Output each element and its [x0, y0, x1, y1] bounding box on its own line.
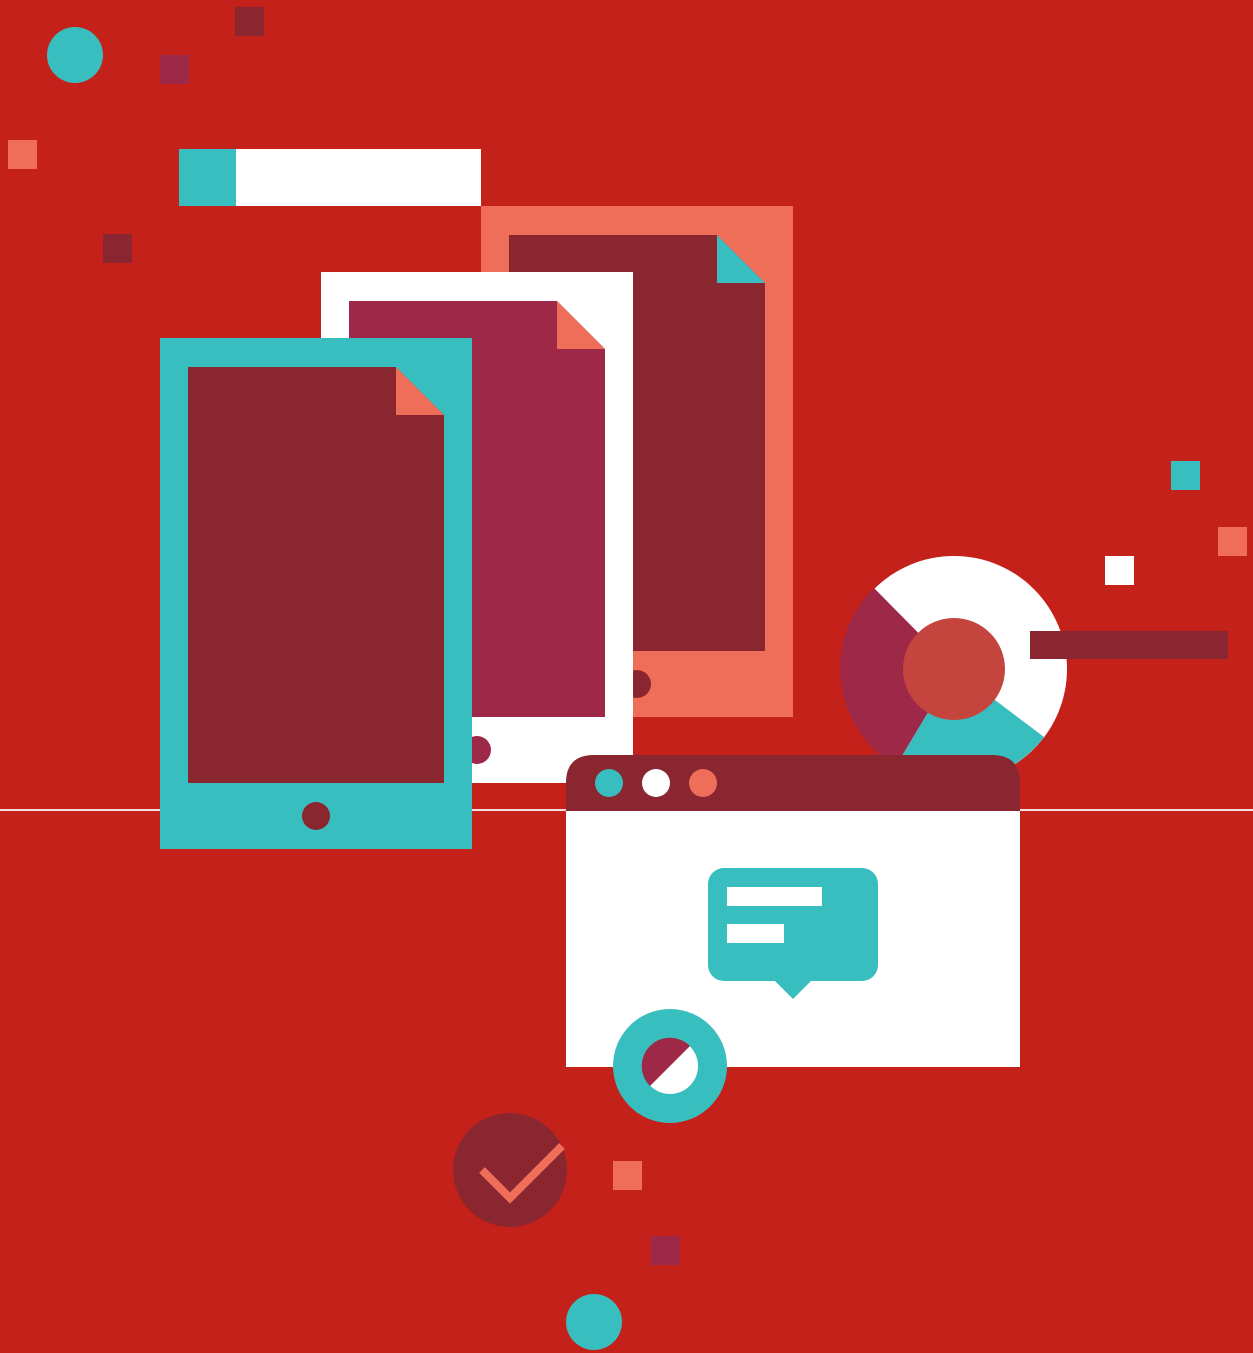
- confetti-square-white-right: [1105, 556, 1134, 585]
- confetti-square-coral-right: [1218, 527, 1247, 556]
- search-bar-button: [179, 149, 236, 206]
- tablet-teal-screen: [188, 367, 444, 783]
- confetti-square-maroon-2: [103, 234, 132, 263]
- tablet-teal-icon: [160, 338, 472, 849]
- checkmark-badge-icon: [453, 1113, 567, 1227]
- progress-ring-icon: [613, 1009, 727, 1123]
- donut-chart-hole: [903, 618, 1005, 720]
- confetti-square-plum-bottom: [651, 1236, 680, 1265]
- checkmark-badge-circle: [453, 1113, 567, 1227]
- browser-window-titlebar: [566, 755, 1020, 811]
- chat-bubble-line-2: [727, 924, 784, 943]
- confetti-circle-teal-bottom: [566, 1294, 622, 1350]
- confetti-square-teal-right: [1171, 461, 1200, 490]
- browser-window-dot-teal: [595, 769, 623, 797]
- chat-bubble-line-1: [727, 887, 822, 906]
- chat-bubble-icon: [708, 868, 878, 999]
- donut-chart-bar: [1030, 631, 1228, 659]
- tablet-teal-home-button: [302, 802, 330, 830]
- devices-illustration: [0, 0, 1253, 1353]
- confetti-square-coral-bottom: [613, 1161, 642, 1190]
- confetti-circle-teal-top: [47, 27, 103, 83]
- confetti-square-maroon: [235, 7, 264, 36]
- illustration-canvas: [0, 0, 1253, 1353]
- search-bar-icon: [179, 149, 481, 206]
- browser-window-dot-white: [642, 769, 670, 797]
- confetti-square-coral: [8, 140, 37, 169]
- browser-window-dot-coral: [689, 769, 717, 797]
- confetti-square-plum: [160, 55, 189, 84]
